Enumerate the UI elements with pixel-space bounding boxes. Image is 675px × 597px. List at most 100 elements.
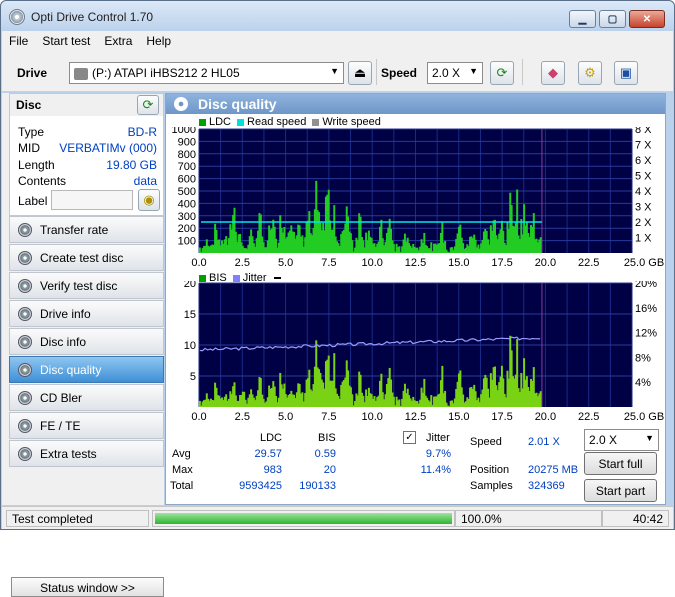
toolbar: Drive (P:) ATAPI iHBS212 2 HL05 ▼ ⏏ Speed…: [2, 51, 673, 92]
col-jitter-header: Jitter: [426, 432, 450, 444]
x-tick-label: 15.0: [448, 257, 469, 269]
disc-label-input[interactable]: [51, 190, 133, 210]
total-ldc-value: 9593425: [239, 480, 282, 492]
x-tick-label: 17.5: [491, 411, 512, 423]
refresh-icon: ⟳: [496, 65, 508, 80]
bis-chart: 5 10 15 20 0.0 2.5 5.0 7.5 10.0 12.5 15.0 17.5 20.0 2…: [184, 281, 664, 423]
x-tick-label: 22.5: [578, 411, 599, 423]
nav-item-fe-te[interactable]: FE / TE: [9, 412, 164, 439]
nav-item-drive-info[interactable]: Drive info: [9, 300, 164, 327]
y-tick-label: 200: [178, 223, 196, 235]
toolbar-divider: [376, 59, 377, 85]
nav-item-create-test-disc[interactable]: Create test disc: [9, 244, 164, 271]
x-tick-label: 15.0: [448, 411, 469, 423]
x-tick-label: 5.0: [278, 257, 293, 269]
x-tick-label: 12.5: [405, 257, 426, 269]
progress-text: 100.0%: [455, 510, 602, 527]
test-speed-select[interactable]: 2.0 X ▼: [584, 429, 659, 451]
position-label: Position: [470, 464, 510, 476]
disc-icon: [18, 250, 32, 265]
menu-file[interactable]: File: [2, 31, 35, 48]
drive-select[interactable]: (P:) ATAPI iHBS212 2 HL05 ▼: [69, 62, 344, 84]
avg-ldc-value: 29.57: [254, 448, 282, 460]
close-button[interactable]: ✕: [629, 10, 665, 28]
max-label: Max: [172, 464, 193, 476]
window-title: Opti Drive Control 1.70: [31, 10, 154, 24]
nav-item-verify-test-disc[interactable]: Verify test disc: [9, 272, 164, 299]
total-bis-value: 190133: [299, 480, 336, 492]
speed-stat-label: Speed: [470, 436, 502, 448]
disc-label-button[interactable]: ◉: [138, 189, 160, 211]
erase-button[interactable]: ◆: [541, 61, 565, 85]
menu-bar: File Start test Extra Help: [2, 31, 673, 51]
disc-quality-icon: [174, 97, 188, 111]
nav-item-disc-quality[interactable]: Disc quality: [9, 356, 164, 383]
x-tick-label: 20.0: [535, 257, 556, 269]
nav-item-cd-bler[interactable]: CD Bler: [9, 384, 164, 411]
max-bis-value: 20: [323, 464, 336, 476]
floppy-icon: ▣: [619, 65, 633, 80]
elapsed-time: 40:42: [602, 510, 669, 527]
y2-tick-label: 7 X: [635, 140, 652, 152]
menu-extra[interactable]: Extra: [97, 31, 139, 48]
legend-ldc-swatch: [199, 118, 206, 126]
y-tick-label: 700: [178, 161, 196, 173]
start-part-button[interactable]: Start part: [584, 479, 657, 502]
y2-tick-label: 1 X: [635, 233, 652, 245]
x-tick-label: 5.0: [278, 411, 293, 423]
test-speed-value: 2.0 X: [589, 433, 618, 447]
y-tick-label: 10: [184, 340, 196, 352]
disc-icon: [18, 222, 32, 237]
disc-contents-key: Contents: [18, 174, 67, 188]
disc-icon: [18, 278, 32, 293]
maximize-button[interactable]: ▢: [599, 10, 626, 28]
nav-item-label: Transfer rate: [40, 222, 109, 237]
y2-tick-label: 8 X: [635, 127, 652, 136]
nav-item-extra-tests[interactable]: Extra tests: [9, 440, 164, 467]
x-tick-label: 2.5: [235, 411, 250, 423]
x-tick-label: 17.5: [491, 257, 512, 269]
x-tick-label: 10.0: [361, 411, 382, 423]
start-full-button[interactable]: Start full: [584, 452, 657, 475]
panel-header: Disc quality: [166, 94, 665, 114]
eject-button[interactable]: ⏏: [348, 61, 372, 85]
eraser-icon: ◆: [548, 65, 558, 80]
chevron-down-icon: ▼: [469, 66, 478, 76]
disc-header-label: Disc: [16, 98, 42, 112]
speed-select[interactable]: 2.0 X ▼: [427, 62, 483, 84]
save-button[interactable]: ▣: [614, 61, 638, 85]
col-ldc-header: LDC: [260, 432, 283, 444]
samples-label: Samples: [470, 480, 513, 492]
chevron-down-icon: ▼: [330, 66, 339, 76]
nav-item-disc-info[interactable]: Disc info: [9, 328, 164, 355]
y-tick-label: 300: [178, 211, 196, 223]
y-tick-label: 900: [178, 136, 196, 148]
samples-value: 324369: [528, 480, 565, 492]
refresh-button[interactable]: ⟳: [490, 61, 514, 85]
disc-icon: [18, 418, 32, 433]
nav-item-label: Drive info: [40, 306, 91, 321]
menu-help[interactable]: Help: [139, 31, 178, 48]
y2-tick-label: 12%: [635, 328, 657, 340]
x-tick-label: 7.5: [321, 411, 336, 423]
disc-refresh-button[interactable]: ⟳: [137, 95, 159, 115]
settings-button[interactable]: ⚙: [578, 61, 602, 85]
avg-jitter-value: 9.7%: [425, 448, 451, 460]
refresh-icon: ⟳: [142, 97, 154, 112]
status-text: Test completed: [6, 510, 149, 527]
max-ldc-value: 983: [263, 464, 282, 476]
legend-marker: [273, 277, 281, 279]
disc-icon: [18, 306, 32, 321]
y-tick-label: 1000: [172, 127, 196, 136]
status-window-button[interactable]: Status window >>: [11, 577, 164, 597]
menu-start-test[interactable]: Start test: [35, 31, 97, 48]
y2-tick-label: 4%: [635, 377, 651, 389]
minimize-button[interactable]: ▁: [569, 10, 596, 28]
nav-item-transfer-rate[interactable]: Transfer rate: [9, 216, 164, 243]
y-tick-label: 20: [184, 281, 196, 290]
legend-write-speed-swatch: [312, 118, 320, 126]
x-tick-label: 2.5: [235, 257, 250, 269]
chevron-down-icon: ▼: [645, 433, 654, 443]
jitter-checkbox[interactable]: ✓: [403, 431, 416, 444]
progress-fill: [155, 513, 452, 524]
